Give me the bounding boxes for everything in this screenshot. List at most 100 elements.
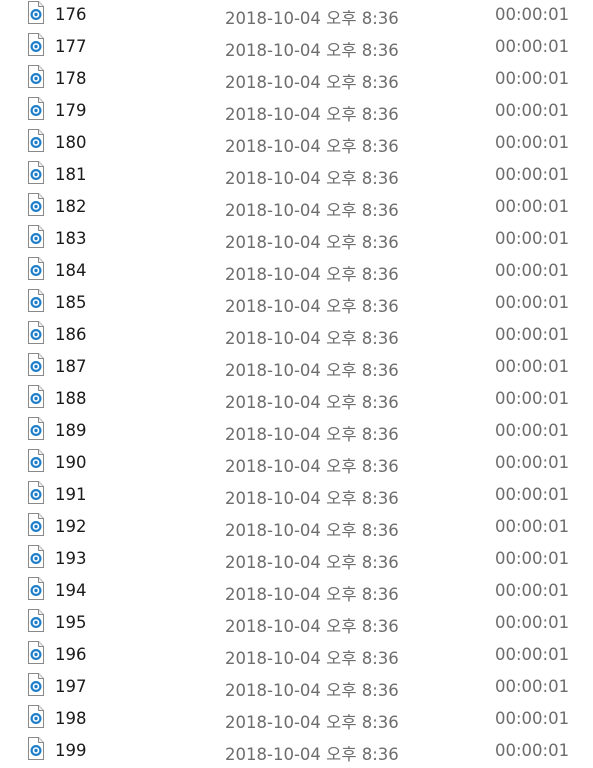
file-date-modified: 2018-10-04 오후 8:36 bbox=[225, 297, 399, 316]
file-name: 189 bbox=[55, 421, 87, 440]
file-date-modified: 2018-10-04 오후 8:36 bbox=[225, 681, 399, 700]
file-row[interactable]: 191 2018-10-04 오후 8:36 00:00:01 bbox=[0, 480, 593, 512]
file-duration: 00:00:01 bbox=[495, 293, 570, 312]
file-name: 193 bbox=[55, 549, 87, 568]
file-row[interactable]: 192 2018-10-04 오후 8:36 00:00:01 bbox=[0, 512, 593, 544]
media-file-icon bbox=[27, 673, 45, 696]
media-file-icon bbox=[27, 577, 45, 600]
file-date-modified: 2018-10-04 오후 8:36 bbox=[225, 105, 399, 124]
file-date-modified: 2018-10-04 오후 8:36 bbox=[225, 361, 399, 380]
file-row[interactable]: 190 2018-10-04 오후 8:36 00:00:01 bbox=[0, 448, 593, 480]
file-row[interactable]: 181 2018-10-04 오후 8:36 00:00:01 bbox=[0, 160, 593, 192]
file-name: 177 bbox=[55, 37, 87, 56]
file-date-modified: 2018-10-04 오후 8:36 bbox=[225, 201, 399, 220]
file-duration: 00:00:01 bbox=[495, 133, 570, 152]
file-row[interactable]: 199 2018-10-04 오후 8:36 00:00:01 bbox=[0, 736, 593, 768]
file-date-modified: 2018-10-04 오후 8:36 bbox=[225, 457, 399, 476]
media-file-icon bbox=[27, 385, 45, 408]
media-file-icon bbox=[27, 289, 45, 312]
file-row[interactable]: 197 2018-10-04 오후 8:36 00:00:01 bbox=[0, 672, 593, 704]
file-name: 199 bbox=[55, 741, 87, 760]
file-row[interactable]: 183 2018-10-04 오후 8:36 00:00:01 bbox=[0, 224, 593, 256]
file-date-modified: 2018-10-04 오후 8:36 bbox=[225, 41, 399, 60]
file-duration: 00:00:01 bbox=[495, 645, 570, 664]
file-date-modified: 2018-10-04 오후 8:36 bbox=[225, 169, 399, 188]
file-date-modified: 2018-10-04 오후 8:36 bbox=[225, 233, 399, 252]
file-duration: 00:00:01 bbox=[495, 5, 570, 24]
file-duration: 00:00:01 bbox=[495, 197, 570, 216]
file-row[interactable]: 196 2018-10-04 오후 8:36 00:00:01 bbox=[0, 640, 593, 672]
file-duration: 00:00:01 bbox=[495, 485, 570, 504]
file-duration: 00:00:01 bbox=[495, 453, 570, 472]
file-row[interactable]: 198 2018-10-04 오후 8:36 00:00:01 bbox=[0, 704, 593, 736]
file-duration: 00:00:01 bbox=[495, 261, 570, 280]
file-duration: 00:00:01 bbox=[495, 101, 570, 120]
file-name: 183 bbox=[55, 229, 87, 248]
media-file-icon bbox=[27, 417, 45, 440]
file-name: 186 bbox=[55, 325, 87, 344]
file-name: 184 bbox=[55, 261, 87, 280]
file-date-modified: 2018-10-04 오후 8:36 bbox=[225, 553, 399, 572]
file-duration: 00:00:01 bbox=[495, 421, 570, 440]
file-duration: 00:00:01 bbox=[495, 709, 570, 728]
media-file-icon bbox=[27, 225, 45, 248]
file-row[interactable]: 188 2018-10-04 오후 8:36 00:00:01 bbox=[0, 384, 593, 416]
file-name: 195 bbox=[55, 613, 87, 632]
media-file-icon bbox=[27, 65, 45, 88]
media-file-icon bbox=[27, 449, 45, 472]
media-file-icon bbox=[27, 1, 45, 24]
file-name: 178 bbox=[55, 69, 87, 88]
file-row[interactable]: 193 2018-10-04 오후 8:36 00:00:01 bbox=[0, 544, 593, 576]
file-row[interactable]: 186 2018-10-04 오후 8:36 00:00:01 bbox=[0, 320, 593, 352]
file-list: 176 2018-10-04 오후 8:36 00:00:01 177 2018… bbox=[0, 0, 593, 768]
file-duration: 00:00:01 bbox=[495, 229, 570, 248]
media-file-icon bbox=[27, 321, 45, 344]
file-row[interactable]: 176 2018-10-04 오후 8:36 00:00:01 bbox=[0, 0, 593, 32]
file-duration: 00:00:01 bbox=[495, 357, 570, 376]
file-row[interactable]: 182 2018-10-04 오후 8:36 00:00:01 bbox=[0, 192, 593, 224]
file-duration: 00:00:01 bbox=[495, 517, 570, 536]
file-row[interactable]: 177 2018-10-04 오후 8:36 00:00:01 bbox=[0, 32, 593, 64]
file-name: 176 bbox=[55, 5, 87, 24]
file-date-modified: 2018-10-04 오후 8:36 bbox=[225, 9, 399, 28]
file-name: 180 bbox=[55, 133, 87, 152]
file-row[interactable]: 194 2018-10-04 오후 8:36 00:00:01 bbox=[0, 576, 593, 608]
file-date-modified: 2018-10-04 오후 8:36 bbox=[225, 521, 399, 540]
file-row[interactable]: 195 2018-10-04 오후 8:36 00:00:01 bbox=[0, 608, 593, 640]
media-file-icon bbox=[27, 641, 45, 664]
media-file-icon bbox=[27, 257, 45, 280]
file-date-modified: 2018-10-04 오후 8:36 bbox=[225, 393, 399, 412]
file-duration: 00:00:01 bbox=[495, 325, 570, 344]
file-row[interactable]: 179 2018-10-04 오후 8:36 00:00:01 bbox=[0, 96, 593, 128]
file-row[interactable]: 185 2018-10-04 오후 8:36 00:00:01 bbox=[0, 288, 593, 320]
media-file-icon bbox=[27, 33, 45, 56]
file-name: 196 bbox=[55, 645, 87, 664]
file-name: 188 bbox=[55, 389, 87, 408]
file-date-modified: 2018-10-04 오후 8:36 bbox=[225, 585, 399, 604]
media-file-icon bbox=[27, 513, 45, 536]
file-name: 191 bbox=[55, 485, 87, 504]
file-name: 192 bbox=[55, 517, 87, 536]
file-row[interactable]: 189 2018-10-04 오후 8:36 00:00:01 bbox=[0, 416, 593, 448]
file-duration: 00:00:01 bbox=[495, 165, 570, 184]
file-duration: 00:00:01 bbox=[495, 741, 570, 760]
file-row[interactable]: 178 2018-10-04 오후 8:36 00:00:01 bbox=[0, 64, 593, 96]
file-duration: 00:00:01 bbox=[495, 677, 570, 696]
file-duration: 00:00:01 bbox=[495, 613, 570, 632]
file-date-modified: 2018-10-04 오후 8:36 bbox=[225, 329, 399, 348]
file-row[interactable]: 180 2018-10-04 오후 8:36 00:00:01 bbox=[0, 128, 593, 160]
file-date-modified: 2018-10-04 오후 8:36 bbox=[225, 137, 399, 156]
file-name: 182 bbox=[55, 197, 87, 216]
media-file-icon bbox=[27, 545, 45, 568]
file-name: 179 bbox=[55, 101, 87, 120]
file-duration: 00:00:01 bbox=[495, 581, 570, 600]
file-date-modified: 2018-10-04 오후 8:36 bbox=[225, 265, 399, 284]
media-file-icon bbox=[27, 705, 45, 728]
file-duration: 00:00:01 bbox=[495, 389, 570, 408]
media-file-icon bbox=[27, 609, 45, 632]
media-file-icon bbox=[27, 129, 45, 152]
file-date-modified: 2018-10-04 오후 8:36 bbox=[225, 649, 399, 668]
file-row[interactable]: 184 2018-10-04 오후 8:36 00:00:01 bbox=[0, 256, 593, 288]
file-row[interactable]: 187 2018-10-04 오후 8:36 00:00:01 bbox=[0, 352, 593, 384]
file-name: 185 bbox=[55, 293, 87, 312]
